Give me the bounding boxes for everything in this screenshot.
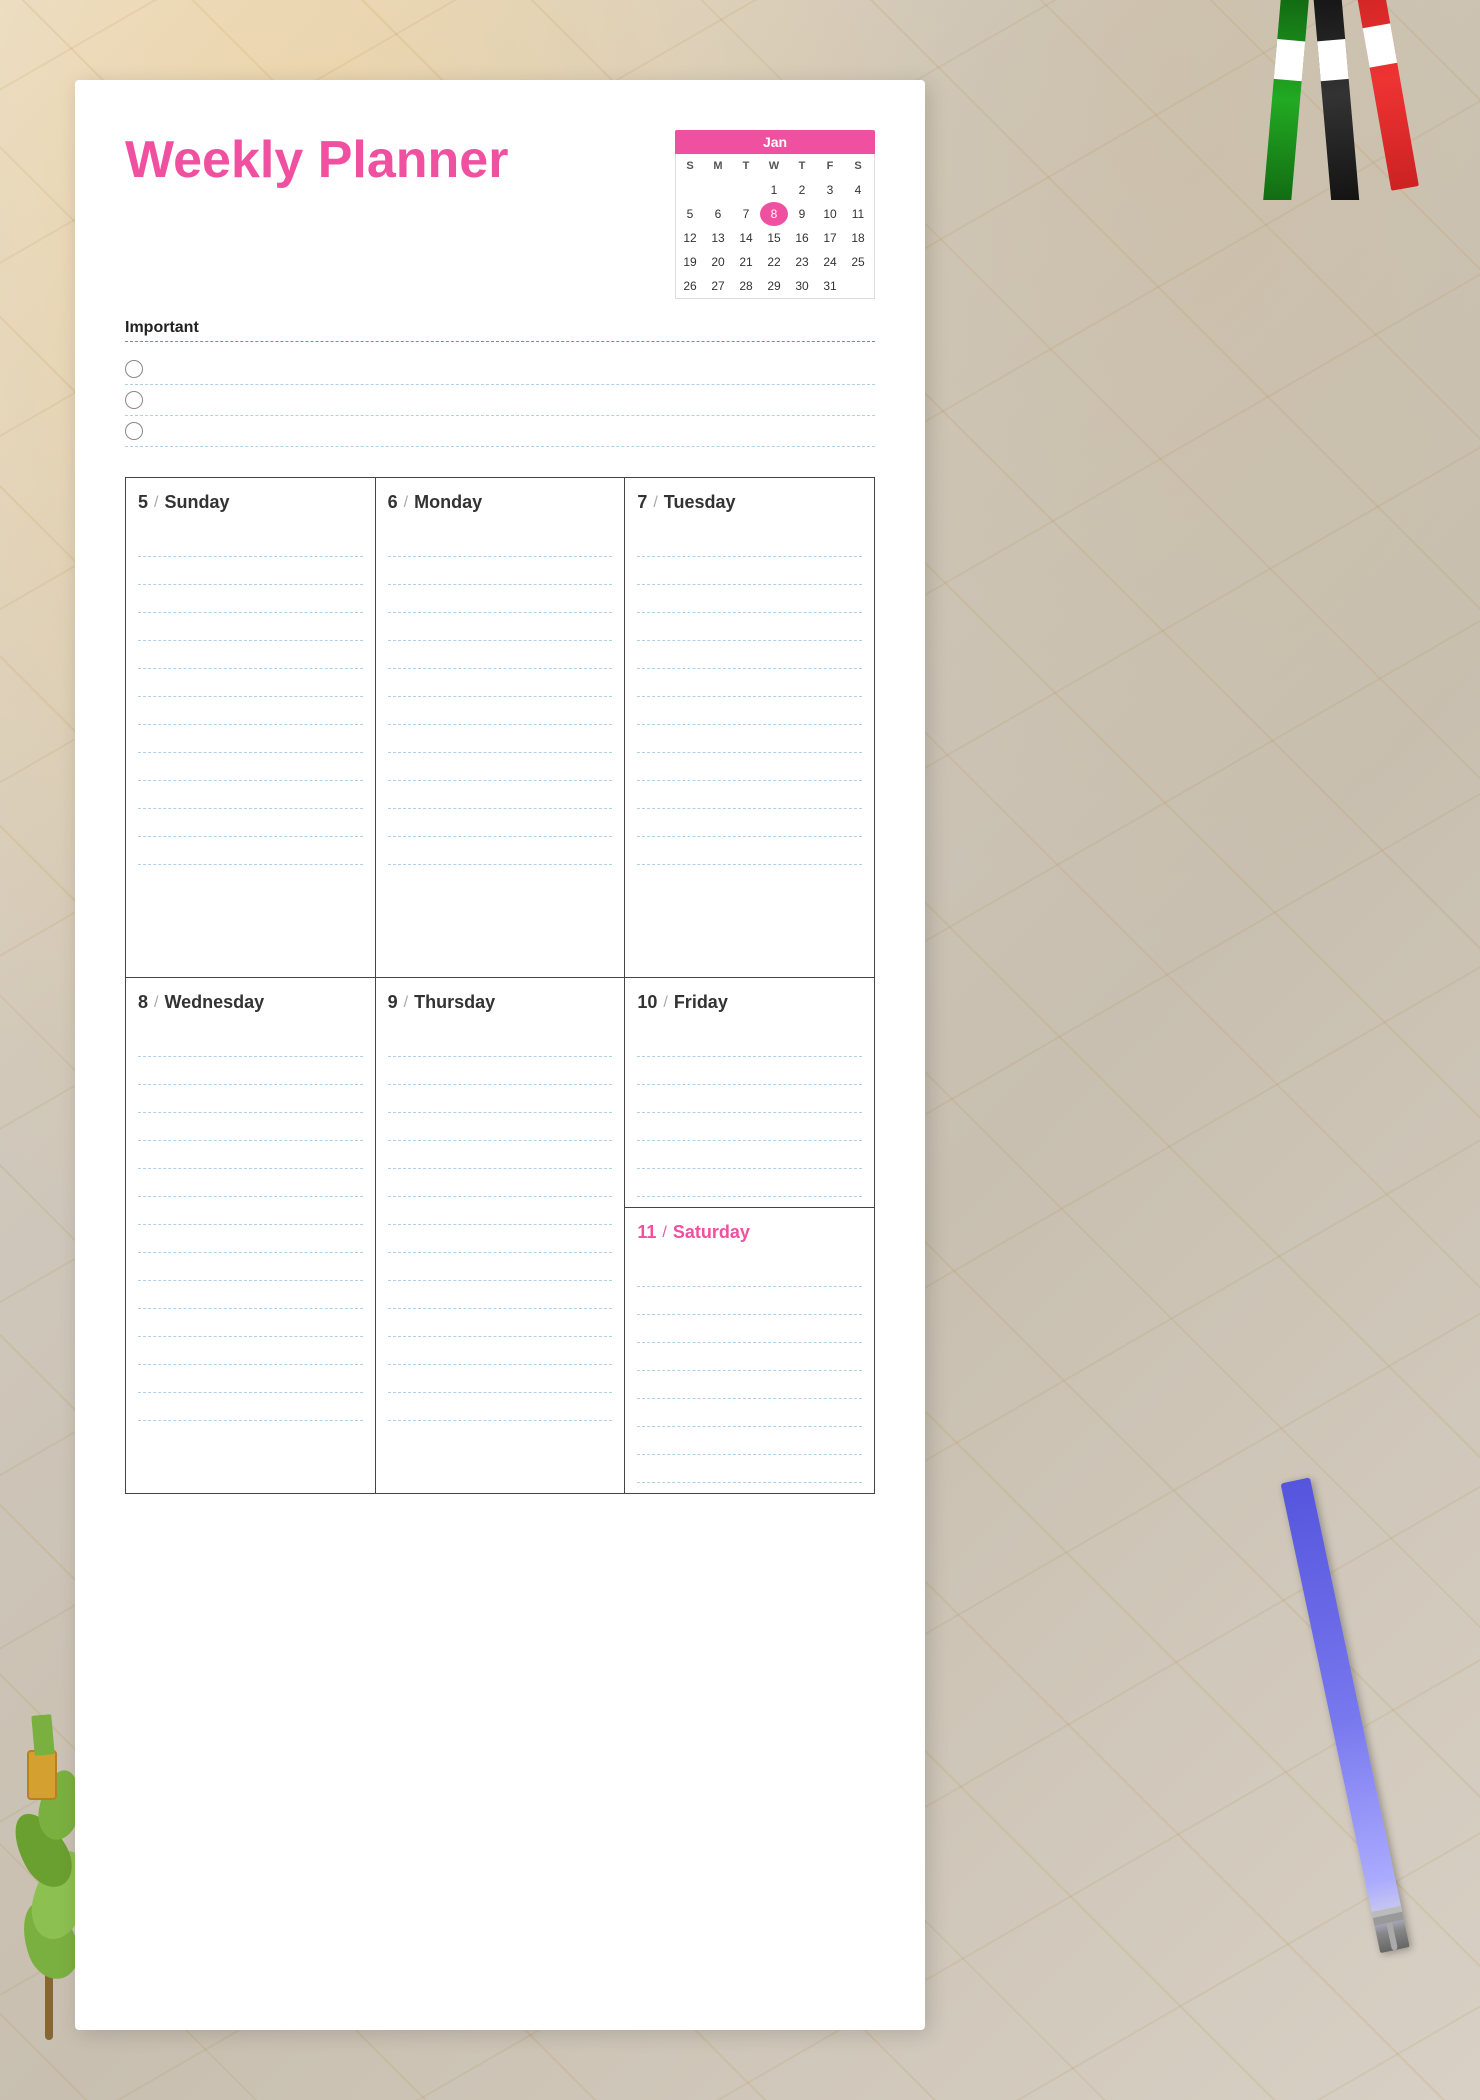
tuesday-lines[interactable] bbox=[637, 529, 862, 865]
todo-text-1[interactable] bbox=[153, 363, 875, 375]
thursday-name: Thursday bbox=[414, 992, 495, 1013]
sunday-lines[interactable] bbox=[138, 529, 363, 865]
cal-day-s1: S bbox=[676, 154, 704, 178]
todo-checkbox-1[interactable] bbox=[125, 360, 143, 378]
cal-day-s2: S bbox=[844, 154, 872, 178]
wednesday-header: 8 / Wednesday bbox=[138, 992, 363, 1013]
saturday-lines[interactable] bbox=[637, 1259, 862, 1483]
day-cell-saturday: 11 / Saturday bbox=[625, 1208, 874, 1493]
wednesday-lines[interactable] bbox=[138, 1029, 363, 1421]
cal-week-2: 5 6 7 8 9 10 11 bbox=[676, 202, 874, 226]
marker-black bbox=[1312, 0, 1360, 200]
bottom-day-grid: 8 / Wednesday bbox=[125, 978, 875, 1494]
cal-day-t1: T bbox=[732, 154, 760, 178]
planner-card: Weekly Planner Jan S M T W T F S bbox=[75, 80, 925, 2030]
tuesday-header: 7 / Tuesday bbox=[637, 492, 862, 513]
thursday-number: 9 bbox=[388, 992, 398, 1013]
calendar-header-row: S M T W T F S bbox=[676, 154, 874, 178]
cal-day-t2: T bbox=[788, 154, 816, 178]
sunday-name: Sunday bbox=[164, 492, 229, 513]
day-cell-wednesday: 8 / Wednesday bbox=[126, 978, 376, 1494]
day-cell-tuesday: 7 / Tuesday bbox=[625, 478, 875, 978]
cal-week-4: 19 20 21 22 23 24 25 bbox=[676, 250, 874, 274]
cal-day-f: F bbox=[816, 154, 844, 178]
todo-text-3[interactable] bbox=[153, 425, 875, 437]
cal-week-1: 1 2 3 4 bbox=[676, 178, 874, 202]
friday-lines[interactable] bbox=[637, 1029, 862, 1197]
sunday-header: 5 / Sunday bbox=[138, 492, 363, 513]
friday-number: 10 bbox=[637, 992, 657, 1013]
day-cell-thursday: 9 / Thursday bbox=[376, 978, 626, 1494]
marker-red bbox=[1353, 0, 1419, 191]
friday-header: 10 / Friday bbox=[637, 992, 862, 1013]
thursday-header: 9 / Thursday bbox=[388, 992, 613, 1013]
header-row: Weekly Planner Jan S M T W T F S bbox=[125, 130, 875, 299]
wednesday-name: Wednesday bbox=[164, 992, 264, 1013]
todo-checkbox-3[interactable] bbox=[125, 422, 143, 440]
todo-checkbox-2[interactable] bbox=[125, 391, 143, 409]
monday-header: 6 / Monday bbox=[388, 492, 613, 513]
todo-item-2[interactable] bbox=[125, 385, 875, 416]
day-cell-friday: 10 / Friday bbox=[625, 978, 874, 1208]
important-label: Important bbox=[125, 319, 875, 342]
calendar-month-header: Jan bbox=[675, 130, 875, 154]
tuesday-number: 7 bbox=[637, 492, 647, 513]
todo-text-2[interactable] bbox=[153, 394, 875, 406]
tuesday-name: Tuesday bbox=[664, 492, 736, 513]
cal-week-3: 12 13 14 15 16 17 18 bbox=[676, 226, 874, 250]
cal-week-5: 26 27 28 29 30 31 bbox=[676, 274, 874, 298]
friday-saturday-column: 10 / Friday 11 / Saturday bbox=[625, 978, 875, 1494]
day-cell-monday: 6 / Monday bbox=[376, 478, 626, 978]
cal-day-w: W bbox=[760, 154, 788, 178]
important-section: Important bbox=[125, 319, 875, 447]
friday-name: Friday bbox=[674, 992, 728, 1013]
calendar-grid: S M T W T F S 1 2 3 4 bbox=[675, 154, 875, 299]
wednesday-number: 8 bbox=[138, 992, 148, 1013]
thursday-lines[interactable] bbox=[388, 1029, 613, 1421]
monday-name: Monday bbox=[414, 492, 482, 513]
mini-calendar: Jan S M T W T F S 1 2 3 bbox=[675, 130, 875, 299]
monday-number: 6 bbox=[388, 492, 398, 513]
top-day-grid: 5 / Sunday 6 / bbox=[125, 477, 875, 978]
sunday-number: 5 bbox=[138, 492, 148, 513]
marker-green bbox=[1262, 0, 1309, 200]
monday-lines[interactable] bbox=[388, 529, 613, 865]
saturday-header: 11 / Saturday bbox=[637, 1222, 862, 1243]
cal-day-m: M bbox=[704, 154, 732, 178]
todo-item-3[interactable] bbox=[125, 416, 875, 447]
todo-item-1[interactable] bbox=[125, 354, 875, 385]
saturday-name: Saturday bbox=[673, 1222, 750, 1243]
page-title: Weekly Planner bbox=[125, 130, 508, 190]
markers-decoration bbox=[1160, 0, 1480, 200]
saturday-number: 11 bbox=[637, 1222, 656, 1243]
day-cell-sunday: 5 / Sunday bbox=[126, 478, 376, 978]
